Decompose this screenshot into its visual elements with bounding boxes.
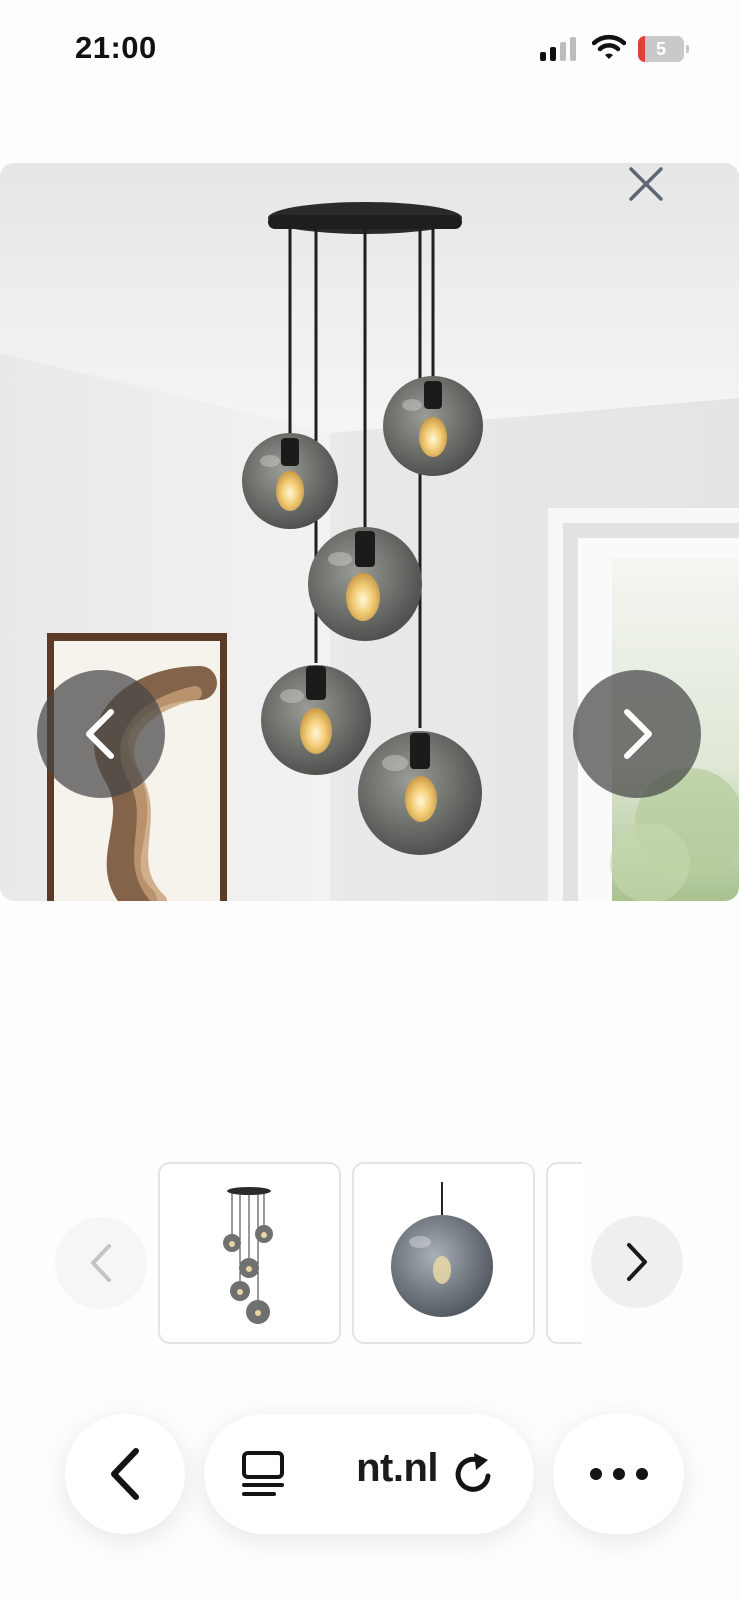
thumbnail-item[interactable] <box>546 1162 582 1344</box>
cellular-signal-icon <box>540 37 576 61</box>
thumbnail-list <box>156 1160 582 1346</box>
lamp-thumbnail-image <box>223 1187 273 1324</box>
chevron-right-icon <box>624 709 652 759</box>
more-options-button[interactable] <box>553 1414 684 1534</box>
chevron-left-icon <box>91 1244 111 1282</box>
url-text: nt.nl <box>356 1446 438 1490</box>
browser-back-button[interactable] <box>65 1414 185 1534</box>
thumbnail-item[interactable] <box>158 1162 341 1344</box>
battery-icon: 5 <box>638 36 690 62</box>
thumbnail-item[interactable] <box>352 1162 535 1344</box>
chevron-right-icon <box>627 1243 647 1281</box>
globe-thumbnail-image <box>391 1182 493 1317</box>
next-image-button[interactable] <box>573 670 701 798</box>
previous-image-button[interactable] <box>37 670 165 798</box>
close-button[interactable] <box>622 162 670 206</box>
chevron-left-icon <box>86 709 114 759</box>
url-display: nt.nl <box>316 1442 438 1506</box>
close-icon <box>629 167 663 201</box>
status-bar: 21:00 5 <box>0 0 739 100</box>
address-bar[interactable]: nt.nl <box>204 1414 534 1534</box>
thumbnail-prev-button[interactable] <box>55 1217 147 1309</box>
status-time: 21:00 <box>75 30 157 65</box>
reload-icon[interactable] <box>450 1450 498 1498</box>
thumbnail-next-button[interactable] <box>591 1216 683 1308</box>
wifi-icon <box>592 34 626 59</box>
more-dots-icon <box>589 1468 648 1480</box>
reader-mode-icon[interactable] <box>240 1449 290 1499</box>
battery-level: 5 <box>655 39 666 59</box>
chevron-left-icon <box>111 1448 139 1500</box>
